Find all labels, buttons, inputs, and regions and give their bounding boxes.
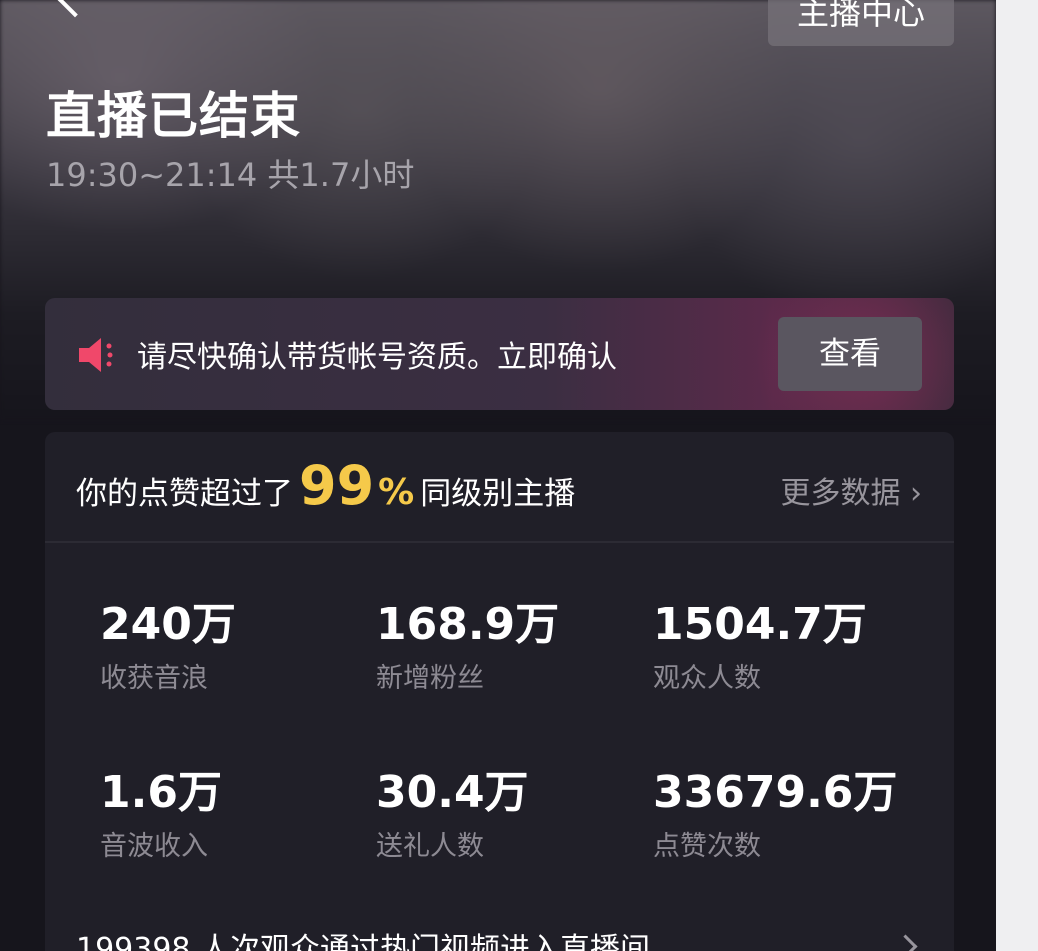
view-button[interactable]: 查看 <box>778 317 922 391</box>
streamer-center-button[interactable]: 主播中心 <box>768 0 954 46</box>
stat-value: 30.4万 <box>376 767 529 818</box>
live-time-range: 19:30~21:14 共1.7小时 <box>46 156 415 194</box>
more-data-link[interactable]: 更多数据 › <box>780 468 922 512</box>
chevron-right-icon[interactable] <box>893 934 918 951</box>
headline-suffix: 同级别主播 <box>420 476 576 512</box>
headline-prefix: 你的点赞超过了 <box>76 476 293 512</box>
stat-value: 168.9万 <box>376 599 560 650</box>
stat-label: 送礼人数 <box>376 831 484 862</box>
qualification-notice-banner[interactable]: 请尽快确认带货帐号资质。立即确认 查看 <box>45 298 954 410</box>
stat-viewers: 1504.7万 观众人数 <box>653 588 923 695</box>
notice-text: 请尽快确认带货帐号资质。立即确认 <box>137 340 617 375</box>
speaker-icon <box>79 338 113 372</box>
stat-value: 33679.6万 <box>653 767 898 818</box>
page-margin <box>996 0 1038 951</box>
live-summary-screen: 主播中心 直播已结束 19:30~21:14 共1.7小时 请尽快确认带货帐号资… <box>0 0 996 951</box>
divider <box>45 541 954 543</box>
percent-value: 99 <box>299 454 375 517</box>
stat-new-followers: 168.9万 新增粉丝 <box>376 588 646 695</box>
stat-sound-waves: 240万 收获音浪 <box>100 588 370 695</box>
stat-value: 1.6万 <box>100 767 222 818</box>
like-ranking-headline: 你的点赞超过了 99 % 同级别主播 <box>76 454 575 517</box>
stat-label: 新增粉丝 <box>376 663 484 694</box>
percent-sign: % <box>378 472 415 513</box>
stat-label: 音波收入 <box>100 831 208 862</box>
stat-likes: 33679.6万 点赞次数 <box>653 756 923 863</box>
page-title: 直播已结束 <box>46 87 301 145</box>
stat-label: 收获音浪 <box>100 663 208 694</box>
stat-value: 240万 <box>100 599 236 650</box>
hot-video-entry-row[interactable]: 199398 人次观众通过热门视频进入直播间 <box>76 924 650 951</box>
stat-label: 观众人数 <box>653 663 761 694</box>
stat-value: 1504.7万 <box>653 599 867 650</box>
stats-card: 你的点赞超过了 99 % 同级别主播 更多数据 › 240万 收获音浪 168.… <box>45 432 954 951</box>
stat-label: 点赞次数 <box>653 831 761 862</box>
stat-wave-income: 1.6万 音波收入 <box>100 756 370 863</box>
stat-gift-senders: 30.4万 送礼人数 <box>376 756 646 863</box>
